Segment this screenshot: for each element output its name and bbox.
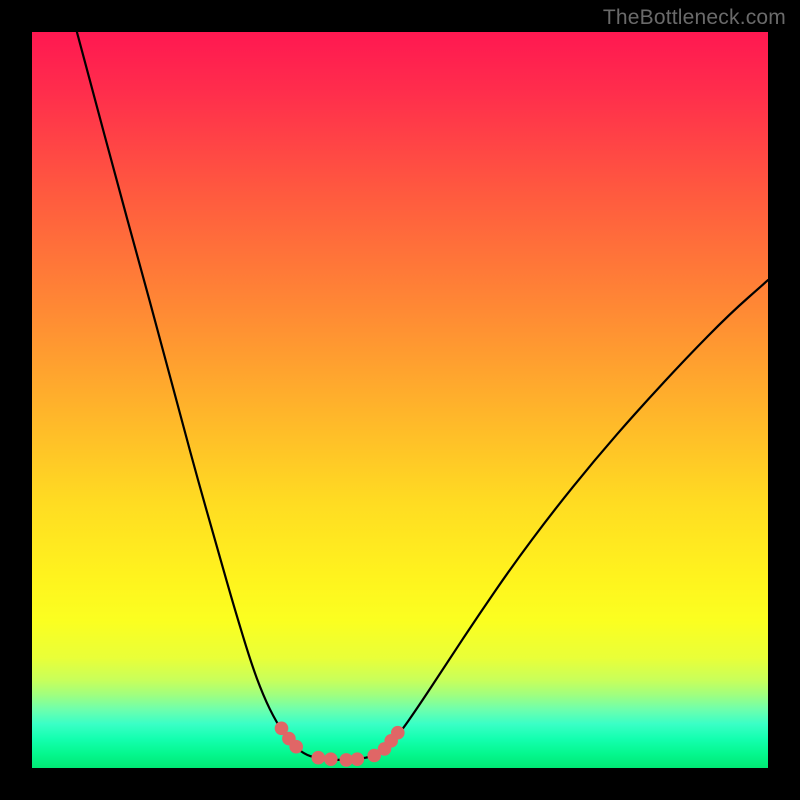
marker-group xyxy=(275,722,405,767)
data-marker xyxy=(391,726,405,740)
data-marker xyxy=(351,752,365,766)
data-marker xyxy=(312,751,326,765)
curve-path xyxy=(77,32,768,760)
chart-frame: TheBottleneck.com xyxy=(0,0,800,800)
watermark-text: TheBottleneck.com xyxy=(603,6,786,30)
curve-line-group xyxy=(77,32,768,760)
data-marker xyxy=(289,740,303,754)
data-marker xyxy=(324,752,338,766)
plot-area xyxy=(32,32,768,768)
bottleneck-curve-chart xyxy=(32,32,768,768)
